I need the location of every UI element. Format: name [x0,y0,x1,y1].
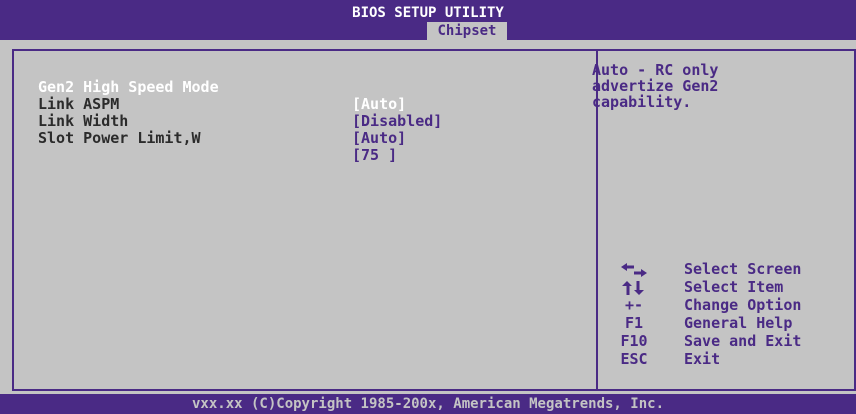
setting-value[interactable]: [Auto] [352,130,406,147]
key-legend-row: F1 General Help [612,314,852,332]
setting-row-link-width[interactable]: Link Width [Auto] [38,96,578,147]
help-text: Auto - RC only advertize Gen2 capability… [592,61,719,111]
tab-chipset[interactable]: Chipset [427,22,507,40]
key-desc: Select Screen [684,260,802,278]
key-desc: Exit [684,350,721,368]
key-label: +- [624,296,644,314]
settings-list: Gen2 High Speed Mode [Auto] Link ASPM [D… [38,62,578,164]
setting-value[interactable]: [75 ] [352,147,397,164]
up-down-arrows-icon [612,278,656,296]
setting-row-link-aspm[interactable]: Link ASPM [Disabled] [38,79,578,130]
key-label: F1 [624,314,644,332]
key-desc: Change Option [684,296,802,314]
key-legend-row: +- Change Option [612,296,852,314]
key-legend-row: Select Item [612,278,852,296]
key-label: F10 [620,332,648,350]
bios-title: BIOS SETUP UTILITY [352,5,504,21]
main-frame: Gen2 High Speed Mode [Auto] Link ASPM [D… [0,40,856,394]
left-right-arrows-icon [612,260,656,278]
key-label: ESC [620,350,648,368]
key-desc: Save and Exit [684,332,802,350]
setting-row-slot-power-limit[interactable]: Slot Power Limit,W [75 ] [38,113,578,164]
setting-label: Slot Power Limit,W [38,129,201,147]
key-legend-row: ESC Exit [612,350,852,368]
key-desc: Select Item [684,278,784,296]
setting-row-gen2-high-speed-mode[interactable]: Gen2 High Speed Mode [Auto] [38,62,578,113]
key-desc: General Help [684,314,793,332]
key-legend-row: Select Screen [612,260,852,278]
title-bar: BIOS SETUP UTILITY Chipset [0,0,856,44]
key-legend-row: F10 Save and Exit [612,332,852,350]
copyright-footer: vxx.xx (C)Copyright 1985-200x, American … [0,394,856,414]
key-legend: Select Screen Select Item +- Change Opti… [612,260,852,368]
